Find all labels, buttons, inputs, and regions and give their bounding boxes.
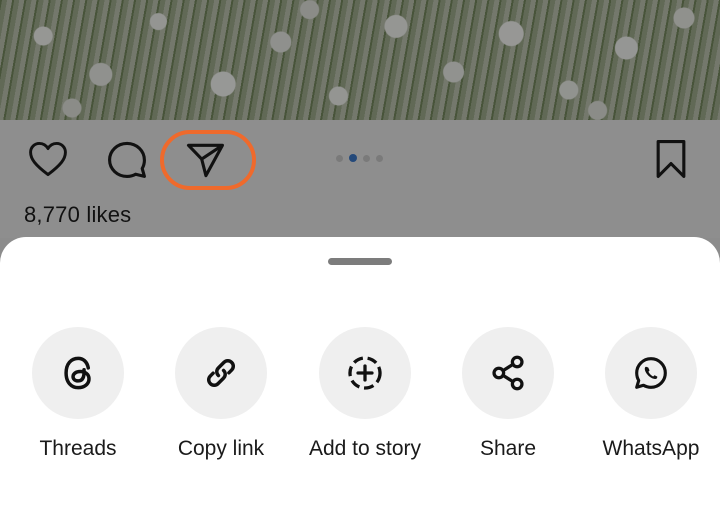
- carousel-dot: [363, 154, 370, 162]
- comment-button[interactable]: [104, 136, 150, 182]
- share-option-circle[interactable]: [462, 327, 554, 419]
- share-option-share[interactable]: Share: [433, 327, 583, 461]
- carousel-dot-active: [349, 154, 357, 162]
- post-image[interactable]: [0, 0, 720, 120]
- share-option-threads[interactable]: Threads: [3, 327, 153, 461]
- bookmark-icon: [656, 140, 686, 178]
- share-option-label: Threads: [39, 437, 117, 460]
- share-option-label: WhatsApp: [602, 437, 700, 460]
- share-option-label: Copy link: [177, 437, 265, 460]
- share-option-label: Share: [479, 437, 537, 460]
- share-option-circle[interactable]: [175, 327, 267, 419]
- carousel-dot: [336, 154, 343, 162]
- send-button-highlight: [160, 130, 256, 190]
- comment-icon: [108, 141, 146, 178]
- add-to-story-icon: [348, 356, 382, 390]
- share-option-whatsapp[interactable]: WhatsApp: [576, 327, 720, 461]
- carousel-indicator: [336, 154, 383, 162]
- link-icon: [206, 358, 236, 388]
- whatsapp-icon: [635, 357, 667, 389]
- save-button[interactable]: [648, 136, 694, 182]
- heart-icon: [29, 141, 67, 177]
- share-option-label: Add to story: [308, 437, 422, 460]
- share-option-copy-link[interactable]: Copy link: [146, 327, 296, 461]
- like-button[interactable]: [25, 136, 71, 182]
- like-count[interactable]: 8,770 likes: [24, 202, 131, 228]
- share-option-circle[interactable]: [605, 327, 697, 419]
- share-option-circle[interactable]: [319, 327, 411, 419]
- carousel-dot: [376, 154, 383, 162]
- share-option-add-to-story[interactable]: Add to story: [290, 327, 440, 461]
- sheet-drag-handle[interactable]: [328, 258, 392, 265]
- share-nodes-icon: [492, 355, 524, 391]
- share-option-circle[interactable]: [32, 327, 124, 419]
- threads-icon: [64, 356, 91, 390]
